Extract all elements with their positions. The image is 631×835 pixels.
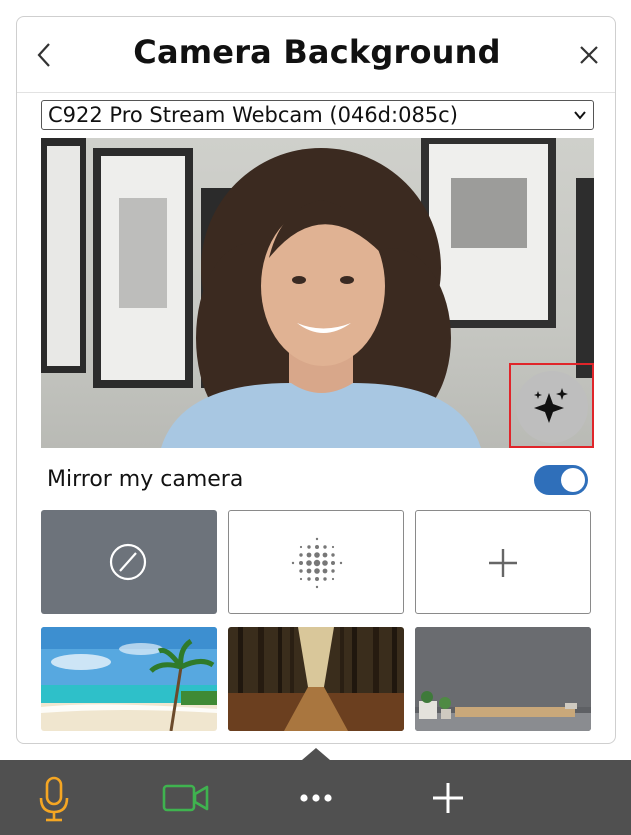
effects-button[interactable] (516, 371, 588, 443)
back-button[interactable] (25, 37, 65, 73)
plus-icon (489, 549, 517, 577)
camera-select-value: C922 Pro Stream Webcam (046d:085c) (48, 103, 458, 127)
chevron-down-icon (574, 111, 586, 120)
mirror-camera-toggle[interactable] (534, 465, 588, 495)
beach-thumbnail (41, 627, 217, 731)
more-options-button[interactable] (286, 770, 346, 826)
more-icon (300, 794, 332, 802)
background-forest-tile[interactable] (228, 627, 404, 731)
microphone-icon (39, 776, 69, 822)
microphone-button[interactable] (24, 770, 84, 826)
background-room-tile[interactable] (415, 627, 591, 731)
video-camera-icon (162, 784, 209, 812)
menu-pointer (302, 748, 330, 760)
no-background-icon (109, 543, 147, 581)
plus-icon (433, 783, 463, 813)
camera-preview (41, 138, 594, 448)
close-button[interactable] (569, 37, 609, 73)
mirror-camera-label: Mirror my camera (47, 467, 244, 492)
background-none-tile[interactable] (41, 510, 217, 614)
video-camera-button[interactable] (155, 770, 215, 826)
panel-header: Camera Background (17, 17, 615, 93)
chevron-left-icon (37, 43, 50, 67)
camera-background-panel: Camera Background C922 Pro Stream Webcam… (16, 16, 616, 744)
camera-select[interactable]: C922 Pro Stream Webcam (046d:085c) (41, 100, 594, 130)
close-icon (580, 46, 598, 64)
forest-thumbnail (228, 627, 404, 731)
add-background-tile[interactable] (415, 510, 591, 614)
blur-icon (291, 537, 343, 589)
living-room-thumbnail (415, 627, 591, 731)
toggle-knob (561, 468, 585, 492)
background-beach-tile[interactable] (41, 627, 217, 731)
sparkles-icon (534, 388, 568, 423)
add-button[interactable] (418, 770, 478, 826)
page-title: Camera Background (133, 33, 501, 71)
background-blur-tile[interactable] (228, 510, 404, 614)
